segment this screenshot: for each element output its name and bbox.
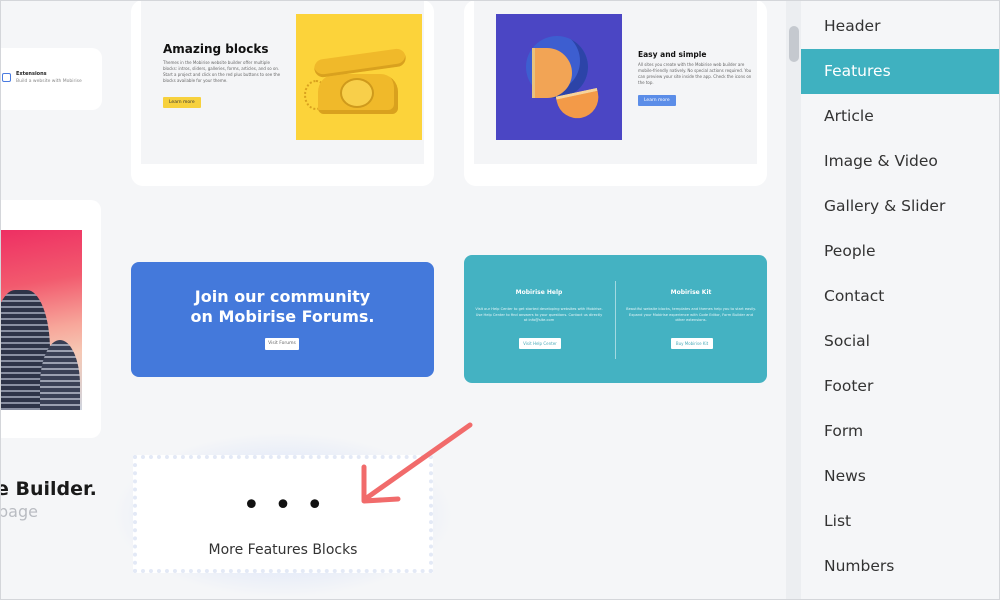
amazing-blocks-preview: Amazing blocks Themes in the Mobirise we… — [141, 0, 424, 164]
pointer-arrow-icon — [361, 422, 473, 504]
melon-image — [496, 14, 622, 140]
sidebar-item-social[interactable]: Social — [801, 319, 1000, 364]
help-title: Mobirise Help — [515, 289, 563, 296]
amazing-learn-more-button: Learn more — [163, 97, 201, 108]
visit-forums-button: Visit Forums — [265, 338, 299, 350]
sidebar-item-image-video[interactable]: Image & Video — [801, 139, 1000, 184]
sidebar-item-gallery-slider[interactable]: Gallery & Slider — [801, 184, 1000, 229]
sidebar-item-features[interactable]: Features — [801, 49, 1000, 94]
amazing-blocks-text: Themes in the Mobirise website builder o… — [163, 60, 281, 83]
extensions-subtitle: Build a website with Mobirise — [16, 79, 82, 84]
sidebar-item-header[interactable]: Header — [801, 4, 1000, 49]
join-community-card[interactable]: Join our community on Mobirise Forums. V… — [131, 262, 434, 377]
kit-column: Mobirise Kit Beautiful website blocks, t… — [616, 255, 766, 383]
builder-heading: e Builder. — [0, 478, 97, 500]
template-preview-card[interactable] — [0, 200, 101, 438]
easy-simple-preview: Easy and simple All sites you create wit… — [474, 0, 757, 164]
sidebar-item-contact[interactable]: Contact — [801, 274, 1000, 319]
easy-learn-more-button: Learn more — [638, 95, 676, 106]
easy-simple-card[interactable]: Easy and simple All sites you create wit… — [464, 0, 767, 186]
easy-simple-title: Easy and simple — [638, 50, 707, 59]
scrollbar-track[interactable] — [786, 0, 801, 600]
more-features-blocks-label: More Features Blocks — [208, 542, 358, 558]
sidebar-item-list[interactable]: List — [801, 499, 1000, 544]
amazing-blocks-title: Amazing blocks — [163, 42, 269, 56]
extensions-icon — [2, 73, 11, 82]
builder-subheading: page — [0, 502, 38, 521]
scrollbar-thumb[interactable] — [789, 26, 799, 62]
easy-simple-text: All sites you create with the Mobirise w… — [638, 62, 752, 85]
sidebar-item-news[interactable]: News — [801, 454, 1000, 499]
sidebar-item-footer[interactable]: Footer — [801, 364, 1000, 409]
telephone-image — [296, 14, 422, 140]
buy-kit-button: Buy Mobirise Kit — [671, 338, 713, 349]
block-category-sidebar: Header Features Article Image & Video Ga… — [801, 0, 1000, 600]
extensions-title: Extensions — [16, 71, 47, 77]
sidebar-item-form[interactable]: Form — [801, 409, 1000, 454]
help-text: Visit our Help Center to get started dev… — [475, 307, 603, 322]
kit-text: Beautiful website blocks, templates and … — [626, 307, 756, 322]
help-kit-card[interactable]: Mobirise Help Visit our Help Center to g… — [464, 255, 767, 383]
sidebar-item-people[interactable]: People — [801, 229, 1000, 274]
visit-help-center-button: Visit Help Center — [519, 338, 561, 349]
sidebar-item-article[interactable]: Article — [801, 94, 1000, 139]
sidebar-item-numbers[interactable]: Numbers — [801, 544, 1000, 589]
amazing-blocks-card[interactable]: Amazing blocks Themes in the Mobirise we… — [131, 0, 434, 186]
help-column: Mobirise Help Visit our Help Center to g… — [464, 255, 614, 383]
kit-title: Mobirise Kit — [670, 289, 712, 296]
extensions-card[interactable]: Extensions Build a website with Mobirise — [0, 48, 102, 110]
building-image — [0, 230, 82, 410]
join-community-title: Join our community on Mobirise Forums. — [190, 287, 375, 326]
